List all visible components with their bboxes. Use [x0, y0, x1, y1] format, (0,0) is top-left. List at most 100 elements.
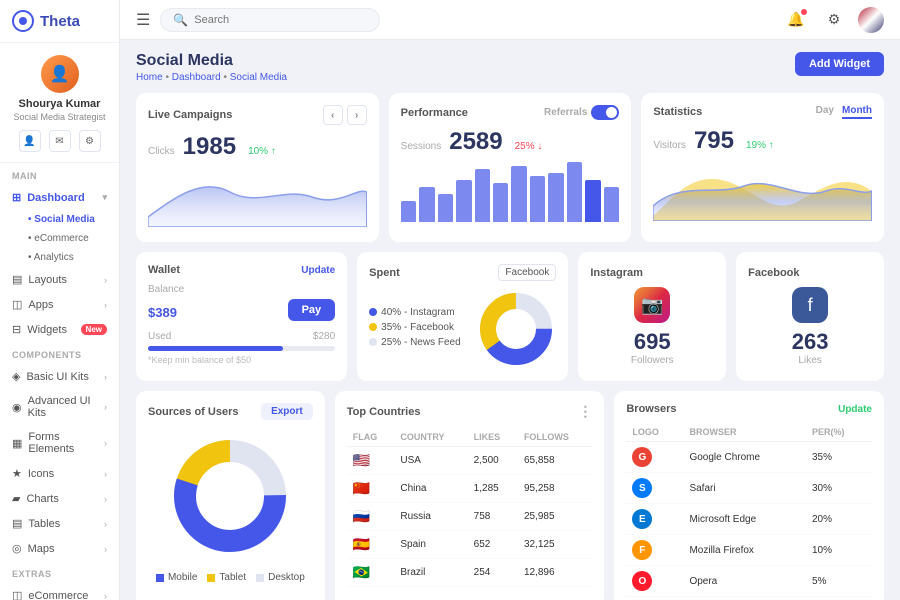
sidebar-item-icons[interactable]: ★Icons ›: [0, 461, 119, 486]
user-icon-mail[interactable]: ✉: [49, 130, 71, 152]
user-role: Social Media Strategist: [13, 112, 105, 122]
wallet-title: Wallet Update: [148, 264, 335, 276]
search-input[interactable]: [194, 14, 367, 26]
topbar: ☰ 🔍 🔔 ⚙: [120, 0, 900, 40]
campaigns-next-btn[interactable]: ›: [347, 105, 367, 125]
sidebar-item-widgets[interactable]: ⊟Widgets New: [0, 317, 119, 342]
add-widget-button[interactable]: Add Widget: [795, 52, 884, 76]
live-campaigns-title: Live Campaigns ‹ ›: [148, 105, 367, 125]
page-header: Social Media Home • Dashboard • Social M…: [136, 52, 884, 83]
sessions-change: 25% ↓: [515, 141, 543, 152]
sidebar-item-tables[interactable]: ▤Tables ›: [0, 511, 119, 536]
instagram-count: 695: [634, 329, 671, 355]
statistics-title: Statistics Day Month: [653, 105, 872, 119]
bar-7: [530, 176, 545, 222]
apps-icon: ◫: [12, 298, 22, 311]
bar-3: [456, 180, 471, 222]
wallet-update-btn[interactable]: Update: [301, 265, 335, 276]
campaigns-wave-chart: [148, 167, 367, 227]
page-title: Social Media: [136, 52, 287, 70]
col-flag: FLAG: [347, 428, 395, 447]
top-countries-card: Top Countries ⋮ FLAG COUNTRY LIKES FOLLO…: [335, 391, 605, 600]
sidebar-item-dashboard[interactable]: ⊞ Dashboard ▾: [0, 185, 119, 210]
table-row: 🇨🇳 China 1,285 95,258: [347, 475, 593, 503]
bar-10: [585, 180, 600, 222]
breadcrumb-current: Social Media: [230, 72, 287, 83]
user-icon-profile[interactable]: 👤: [19, 130, 41, 152]
sidebar-item-basic-ui[interactable]: ◈Basic UI Kits ›: [0, 364, 119, 389]
extras-label: EXTRAS: [0, 561, 119, 583]
topbar-actions: 🔔 ⚙: [782, 6, 884, 34]
spent-legend-newsfeed: 25% - News Feed: [369, 337, 466, 348]
sidebar-item-layouts[interactable]: ▤Layouts ›: [0, 267, 119, 292]
bar-11: [604, 187, 619, 222]
bar-0: [401, 201, 416, 222]
sidebar-item-maps[interactable]: ◎Maps ›: [0, 536, 119, 561]
dashboard-icon: ⊞: [12, 191, 21, 204]
spent-dropdown[interactable]: Facebook: [498, 264, 556, 281]
bar-4: [475, 169, 490, 222]
page-content: Social Media Home • Dashboard • Social M…: [120, 40, 900, 600]
sidebar-item-charts[interactable]: ▰Charts ›: [0, 486, 119, 511]
stats-month-tab[interactable]: Month: [842, 105, 872, 119]
sources-legend: Mobile Tablet Desktop: [148, 572, 313, 587]
instagram-label: Followers: [631, 355, 674, 366]
hamburger-icon[interactable]: ☰: [136, 10, 150, 30]
sources-title: Sources of Users Export: [148, 403, 313, 420]
browsers-table: LOGO BROWSER PER(%) G Google Chrome 35% …: [626, 423, 872, 597]
clicks-label: Clicks: [148, 146, 175, 157]
layouts-icon: ▤: [12, 273, 22, 286]
legend-desktop: Desktop: [256, 572, 305, 583]
tables-icon: ▤: [12, 517, 22, 530]
clicks-value: 1985: [183, 133, 236, 161]
browsers-title: Browsers Update: [626, 403, 872, 415]
table-row: E Microsoft Edge 20%: [626, 504, 872, 535]
breadcrumb-dashboard[interactable]: Dashboard: [172, 72, 221, 83]
search-box[interactable]: 🔍: [160, 8, 380, 32]
col-logo: LOGO: [626, 423, 683, 442]
sources-card: Sources of Users Export Mobile: [136, 391, 325, 600]
settings-icon[interactable]: ⚙: [820, 6, 848, 34]
sidebar-item-forms[interactable]: ▦Forms Elements ›: [0, 425, 119, 461]
countries-table: FLAG COUNTRY LIKES FOLLOWS 🇺🇸 USA 2,500 …: [347, 428, 593, 587]
sidebar-item-ecommerce2[interactable]: ◫eCommerce ›: [0, 583, 119, 600]
statistics-card: Statistics Day Month Visitors 795 19% ↑: [641, 93, 884, 242]
referrals-label: Referrals: [544, 107, 587, 118]
sidebar-item-social-media[interactable]: Social Media: [0, 210, 119, 229]
table-row: S Safari 30%: [626, 473, 872, 504]
campaigns-prev-btn[interactable]: ‹: [323, 105, 343, 125]
sidebar-item-analytics[interactable]: Analytics: [0, 248, 119, 267]
performance-bar-chart: [401, 162, 620, 222]
referrals-toggle[interactable]: [591, 105, 619, 120]
pay-button[interactable]: Pay: [288, 299, 336, 321]
balance-label: Balance: [148, 284, 335, 295]
countries-menu-icon[interactable]: ⋮: [578, 403, 592, 420]
instagram-title: Instagram: [590, 267, 714, 279]
sessions-value: 2589: [449, 128, 502, 156]
sidebar-item-ecommerce[interactable]: eCommerce: [0, 229, 119, 248]
notification-dot: [801, 9, 807, 15]
user-icon-settings[interactable]: ⚙: [79, 130, 101, 152]
stats-day-tab[interactable]: Day: [816, 105, 834, 119]
sidebar-item-apps[interactable]: ◫Apps ›: [0, 292, 119, 317]
performance-card: Performance Referrals Sessions 2589 25% …: [389, 93, 632, 242]
performance-title: Performance Referrals: [401, 105, 620, 120]
app-name: Theta: [40, 13, 80, 30]
breadcrumb-home[interactable]: Home: [136, 72, 163, 83]
icons-icon: ★: [12, 467, 22, 480]
charts-icon: ▰: [12, 492, 20, 505]
col-likes: LIKES: [468, 428, 518, 447]
spent-title: Spent Facebook: [369, 264, 556, 281]
sidebar-item-advanced-ui[interactable]: ◉Advanced UI Kits ›: [0, 389, 119, 425]
widgets-icon: ⊟: [12, 323, 21, 336]
layouts-arrow: ›: [104, 275, 107, 285]
wallet-balance: $389: [148, 297, 177, 323]
browsers-update-btn[interactable]: Update: [838, 404, 872, 415]
app-logo: Theta: [0, 0, 119, 43]
col-country: COUNTRY: [394, 428, 467, 447]
notification-icon[interactable]: 🔔: [782, 6, 810, 34]
export-button[interactable]: Export: [261, 403, 313, 420]
sidebar: Theta 👤 Shourya Kumar Social Media Strat…: [0, 0, 120, 600]
bar-1: [419, 187, 434, 222]
language-flag[interactable]: [858, 7, 884, 33]
